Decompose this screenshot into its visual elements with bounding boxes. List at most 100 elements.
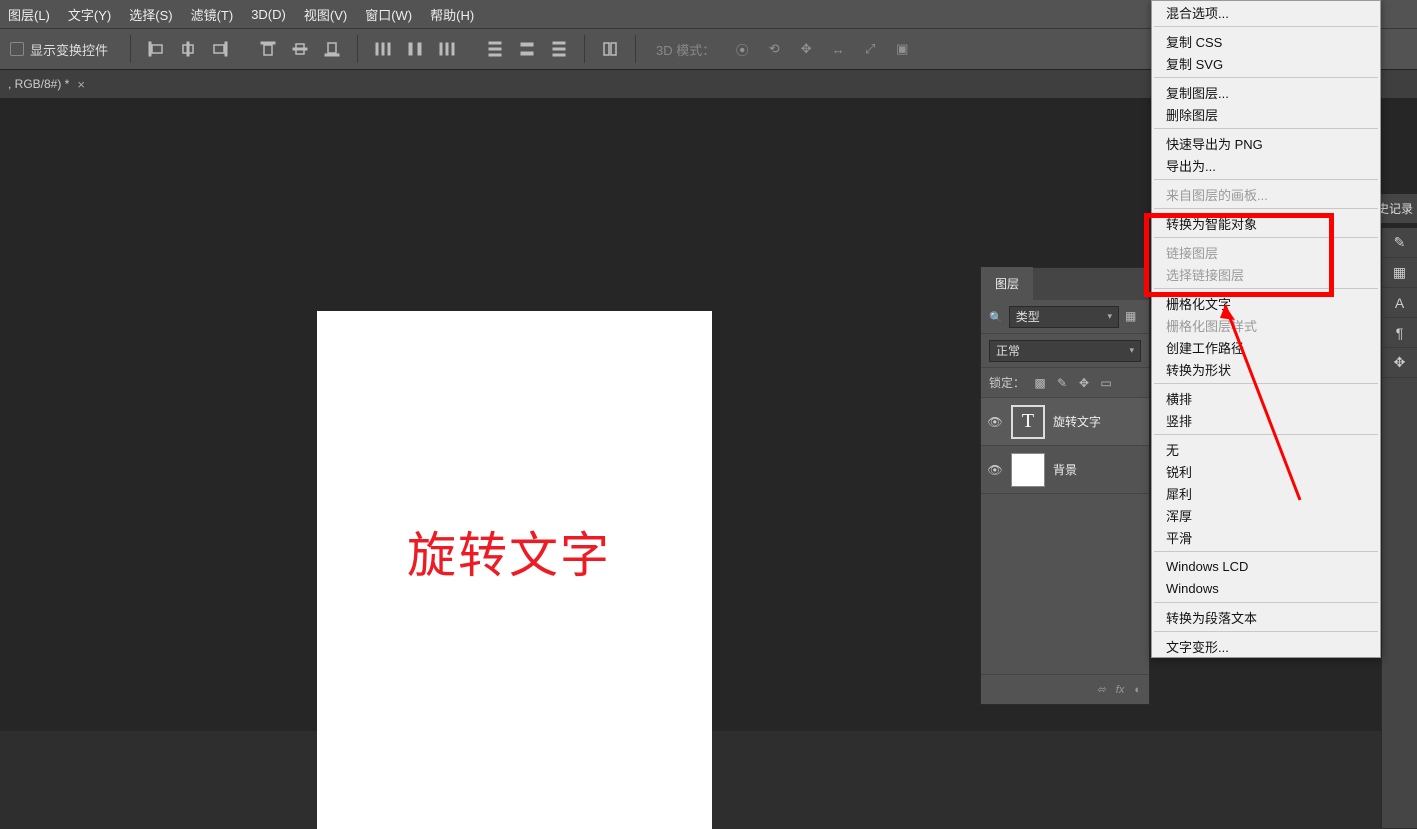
close-icon[interactable]: × bbox=[77, 77, 85, 92]
context-menu-item[interactable]: 栅格化文字 bbox=[1152, 292, 1380, 314]
right-dock: ✎ ▦ A ¶ ✥ bbox=[1381, 228, 1417, 828]
context-menu-item: 栅格化图层样式 bbox=[1152, 314, 1380, 336]
align-top-icon[interactable] bbox=[255, 36, 281, 62]
mask-icon[interactable]: ◐ bbox=[1134, 684, 1141, 696]
layers-tab[interactable]: 图层 bbox=[981, 267, 1033, 300]
blend-mode-select[interactable]: 正常▾ bbox=[989, 340, 1141, 362]
dist-bottom-icon[interactable] bbox=[546, 36, 572, 62]
filter-pixel-icon[interactable]: ▦ bbox=[1125, 309, 1141, 325]
layer-thumb-text-icon: T bbox=[1011, 405, 1045, 439]
layer-row-background[interactable]: 👁 背景 bbox=[981, 446, 1149, 494]
3d-camera-icon[interactable]: ▣ bbox=[889, 36, 915, 62]
filter-kind-select[interactable]: 类型▾ bbox=[1009, 306, 1119, 328]
context-menu-separator bbox=[1154, 434, 1378, 435]
dist-left-icon[interactable] bbox=[370, 36, 396, 62]
lock-pixels-icon[interactable]: ▩ bbox=[1033, 376, 1047, 390]
context-menu-item[interactable]: 锐利 bbox=[1152, 460, 1380, 482]
dock-char-icon[interactable]: A bbox=[1382, 288, 1417, 318]
3d-scale-icon[interactable]: ⤢ bbox=[857, 36, 883, 62]
dock-swatch-icon[interactable]: ▦ bbox=[1382, 258, 1417, 288]
context-menu-item[interactable]: 复制 SVG bbox=[1152, 52, 1380, 74]
context-menu-separator bbox=[1154, 288, 1378, 289]
dock-move-icon[interactable]: ✥ bbox=[1382, 348, 1417, 378]
context-menu-separator bbox=[1154, 237, 1378, 238]
menu-text[interactable]: 文字(Y) bbox=[68, 5, 111, 24]
lock-artboard-icon[interactable]: ▭ bbox=[1099, 376, 1113, 390]
visibility-icon[interactable]: 👁 bbox=[987, 463, 1003, 477]
visibility-icon[interactable]: 👁 bbox=[987, 415, 1003, 429]
context-menu-separator bbox=[1154, 631, 1378, 632]
3d-pan-icon[interactable]: ✥ bbox=[793, 36, 819, 62]
3d-mode-label: 3D 模式： bbox=[656, 40, 715, 59]
context-menu-item[interactable]: 转换为段落文本 bbox=[1152, 606, 1380, 628]
menu-window[interactable]: 窗口(W) bbox=[365, 5, 412, 24]
document-tab[interactable]: , RGB/8#) * × bbox=[8, 77, 85, 92]
3d-roll-icon[interactable]: ⟲ bbox=[761, 36, 787, 62]
3d-orbit-icon[interactable]: ⦿ bbox=[729, 36, 755, 62]
align-right-icon[interactable] bbox=[207, 36, 233, 62]
context-menu-separator bbox=[1154, 383, 1378, 384]
context-menu-separator bbox=[1154, 208, 1378, 209]
align-vcenter-icon[interactable] bbox=[287, 36, 313, 62]
context-menu-item[interactable]: 快速导出为 PNG bbox=[1152, 132, 1380, 154]
context-menu-item: 选择链接图层 bbox=[1152, 263, 1380, 285]
canvas-text[interactable]: 旋转文字 bbox=[407, 516, 611, 587]
context-menu-item[interactable]: 转换为形状 bbox=[1152, 358, 1380, 380]
context-menu-item[interactable]: Windows bbox=[1152, 577, 1380, 599]
layer-row-text[interactable]: 👁 T 旋转文字 bbox=[981, 398, 1149, 446]
context-menu-item[interactable]: 复制图层... bbox=[1152, 81, 1380, 103]
canvas[interactable]: 旋转文字 bbox=[317, 311, 712, 829]
menu-filter[interactable]: 滤镜(T) bbox=[191, 5, 234, 24]
layer-name[interactable]: 旋转文字 bbox=[1053, 413, 1101, 430]
menu-help[interactable]: 帮助(H) bbox=[430, 5, 474, 24]
link-icon[interactable]: ⬄ bbox=[1097, 683, 1106, 696]
context-menu-item[interactable]: 无 bbox=[1152, 438, 1380, 460]
lock-position-icon[interactable]: ✥ bbox=[1077, 376, 1091, 390]
fx-icon[interactable]: fx bbox=[1116, 684, 1125, 696]
layer-name[interactable]: 背景 bbox=[1053, 461, 1077, 478]
context-menu-item[interactable]: 转换为智能对象 bbox=[1152, 212, 1380, 234]
layers-footer: ⬄ fx ◐ bbox=[981, 674, 1149, 704]
context-menu-item[interactable]: 创建工作路径 bbox=[1152, 336, 1380, 358]
context-menu-separator bbox=[1154, 602, 1378, 603]
show-transform-checkbox[interactable] bbox=[10, 42, 24, 56]
context-menu-item[interactable]: 横排 bbox=[1152, 387, 1380, 409]
context-menu-item[interactable]: 平滑 bbox=[1152, 526, 1380, 548]
dock-brush-icon[interactable]: ✎ bbox=[1382, 228, 1417, 258]
show-transform-label: 显示变换控件 bbox=[30, 40, 108, 59]
dist-vcenter-icon[interactable] bbox=[514, 36, 540, 62]
context-menu-item[interactable]: 删除图层 bbox=[1152, 103, 1380, 125]
context-menu-separator bbox=[1154, 128, 1378, 129]
context-menu-item[interactable]: 混合选项... bbox=[1152, 1, 1380, 23]
context-menu-separator bbox=[1154, 551, 1378, 552]
context-menu-item[interactable]: Windows LCD bbox=[1152, 555, 1380, 577]
menu-select[interactable]: 选择(S) bbox=[129, 5, 172, 24]
dock-para-icon[interactable]: ¶ bbox=[1382, 318, 1417, 348]
search-icon bbox=[989, 310, 1003, 324]
context-menu-item[interactable]: 竖排 bbox=[1152, 409, 1380, 431]
layer-context-menu: 混合选项... 复制 CSS复制 SVG 复制图层...删除图层快速导出为 PNG导… bbox=[1151, 0, 1381, 658]
menu-layer[interactable]: 图层(L) bbox=[8, 5, 50, 24]
menu-3d[interactable]: 3D(D) bbox=[251, 7, 286, 22]
dist-right-icon[interactable] bbox=[434, 36, 460, 62]
lock-brush-icon[interactable]: ✎ bbox=[1055, 376, 1069, 390]
auto-align-icon[interactable] bbox=[597, 36, 623, 62]
context-menu-item[interactable]: 复制 CSS bbox=[1152, 30, 1380, 52]
context-menu-separator bbox=[1154, 179, 1378, 180]
context-menu-item[interactable]: 犀利 bbox=[1152, 482, 1380, 504]
align-hcenter-icon[interactable] bbox=[175, 36, 201, 62]
lock-row: 锁定： ▩ ✎ ✥ ▭ bbox=[981, 368, 1149, 398]
document-tab-title: , RGB/8#) * bbox=[8, 77, 69, 91]
align-left-icon[interactable] bbox=[143, 36, 169, 62]
context-menu-item[interactable]: 浑厚 bbox=[1152, 504, 1380, 526]
context-menu-item[interactable]: 文字变形... bbox=[1152, 635, 1380, 657]
3d-slide-icon[interactable]: ↔ bbox=[825, 36, 851, 62]
dist-hcenter-icon[interactable] bbox=[402, 36, 428, 62]
context-menu-separator bbox=[1154, 77, 1378, 78]
layers-panel: 图层 类型▾ ▦ 正常▾ 锁定： ▩ ✎ ✥ ▭ 👁 T 旋转文字 👁 bbox=[981, 268, 1149, 704]
menu-view[interactable]: 视图(V) bbox=[304, 5, 347, 24]
align-bottom-icon[interactable] bbox=[319, 36, 345, 62]
dist-top-icon[interactable] bbox=[482, 36, 508, 62]
context-menu-item[interactable]: 导出为... bbox=[1152, 154, 1380, 176]
lock-label: 锁定： bbox=[989, 374, 1025, 391]
